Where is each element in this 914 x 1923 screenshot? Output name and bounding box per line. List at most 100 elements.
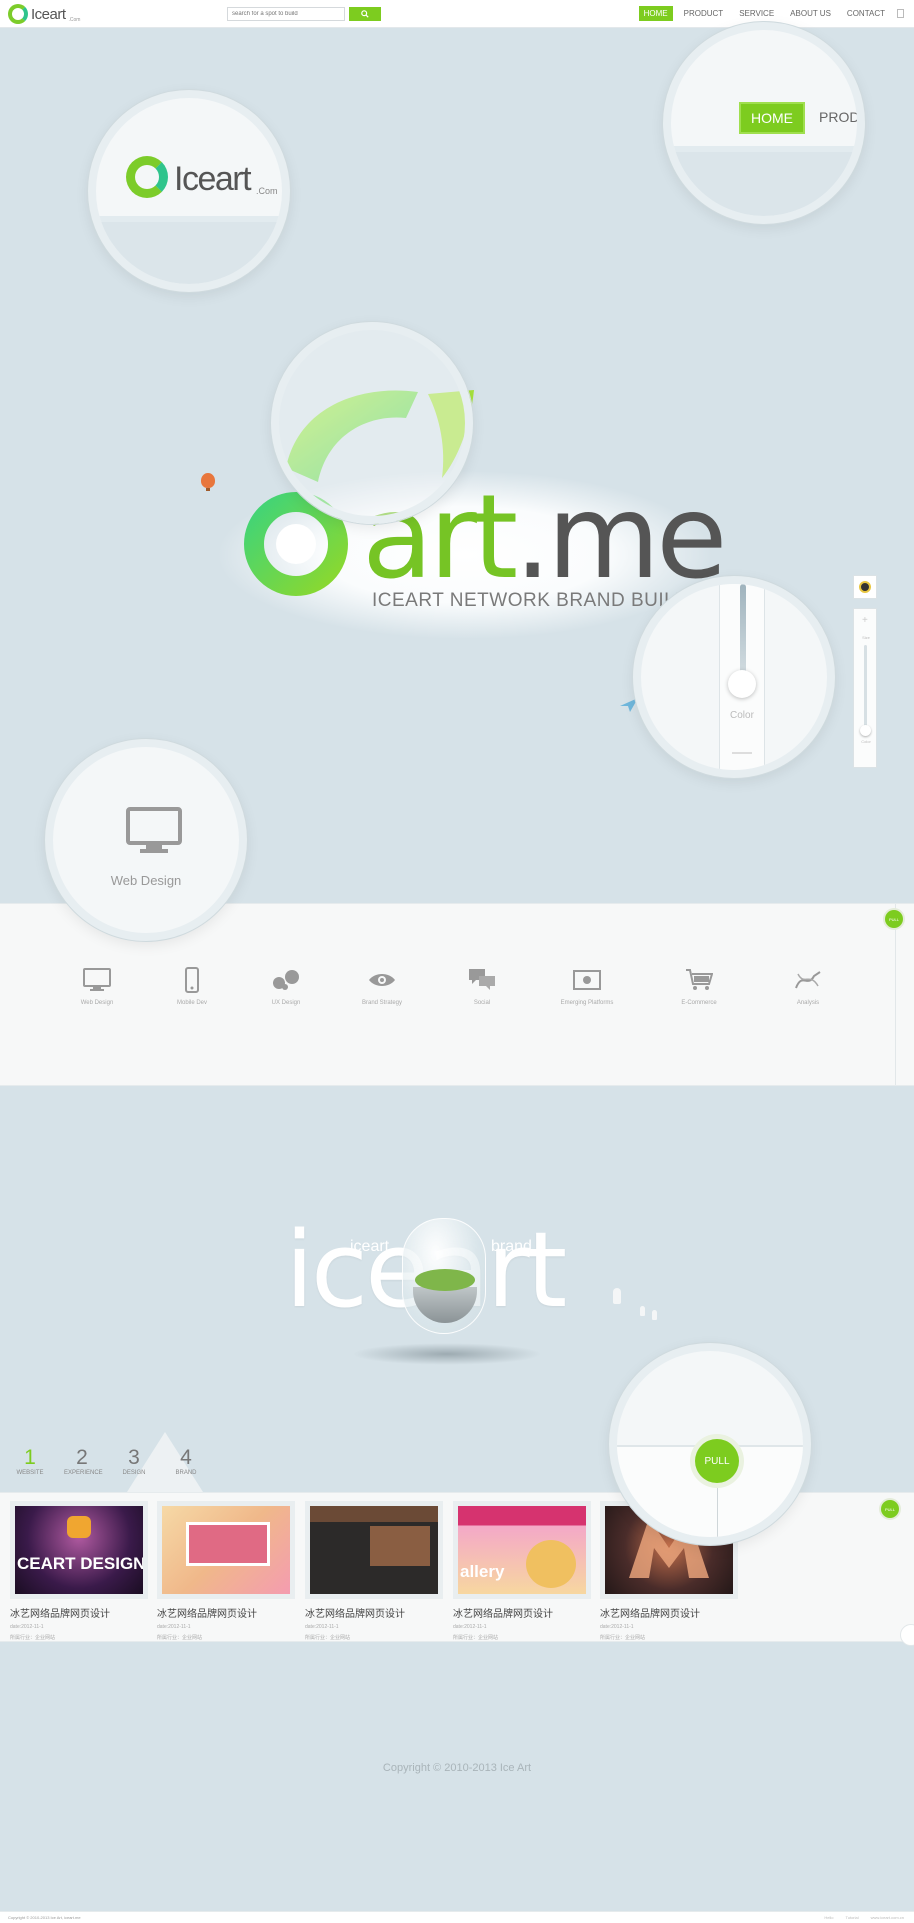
footer-link[interactable]: Hello	[824, 1915, 833, 1920]
portfolio-card[interactable]: CEART DESIGN 冰艺网络品牌网页设计 date:2012-11-1 所…	[10, 1501, 148, 1642]
step-design[interactable]: 3 DESIGN	[116, 1446, 152, 1477]
magnified-pull-button: PULL	[695, 1439, 739, 1483]
card-title[interactable]: 冰艺网络品牌网页设计	[10, 1605, 148, 1620]
service-ux-design[interactable]: UX Design	[246, 966, 326, 1006]
card-title[interactable]: 冰艺网络品牌网页设计	[305, 1605, 443, 1620]
step-brand[interactable]: 4 BRAND	[168, 1447, 204, 1477]
service-brand-strategy[interactable]: Brand Strategy	[342, 966, 422, 1006]
thumbnail-image: CEART DESIGN	[15, 1506, 143, 1594]
magnified-logo-text: Iceart	[174, 160, 252, 198]
thumbnail-shape	[526, 1540, 576, 1588]
service-label: Analysis	[796, 1000, 820, 1006]
decor-figure	[652, 1310, 657, 1320]
footer-links: Hello Tutorial www.iceart.com.cn	[824, 1915, 904, 1920]
footer: Copyright © 2010-2013 Ice Art, iceart.me…	[0, 1911, 914, 1923]
card-date: date:2012-11-1	[305, 1624, 339, 1630]
monitor-icon	[83, 968, 111, 991]
card-date: date:2012-11-1	[600, 1624, 634, 1630]
slider-track[interactable]	[864, 645, 867, 729]
size-slider-panel: + Size Color	[853, 608, 877, 768]
card-title[interactable]: 冰艺网络品牌网页设计	[157, 1605, 295, 1620]
magnifier-pull: PULL	[609, 1343, 811, 1545]
mascot-shape	[67, 1516, 91, 1538]
magnified-divider	[732, 752, 752, 754]
service-mobile-dev[interactable]: Mobile Dev	[152, 966, 232, 1006]
step-label: DESIGN	[122, 1470, 146, 1476]
card-meta: 所属行业：企业网站	[157, 1635, 203, 1641]
logo-sub: .Com	[68, 17, 81, 23]
step-website[interactable]: 1 WEBSITE	[12, 1447, 48, 1477]
portfolio-thumbnail[interactable]	[305, 1501, 443, 1599]
glass-globe-illustration	[402, 1218, 486, 1334]
ux-icon	[273, 970, 299, 990]
screen-icon	[573, 970, 601, 990]
pull-button[interactable]: PULL	[885, 910, 903, 928]
step-experience[interactable]: 2 EXPERIENCE	[64, 1447, 103, 1477]
services-edge	[895, 904, 896, 1085]
portfolio-thumbnail[interactable]	[157, 1501, 295, 1599]
portfolio-thumbnail[interactable]: allery	[453, 1501, 591, 1599]
card-title[interactable]: 冰艺网络品牌网页设计	[600, 1605, 738, 1620]
scroll-handle[interactable]	[900, 1624, 914, 1646]
thumbnail-frame	[186, 1522, 270, 1566]
portfolio-card[interactable]: 冰艺网络品牌网页设计 date:2012-11-1 所属行业：企业网站	[305, 1501, 443, 1642]
service-label: E-Commerce	[681, 1000, 717, 1006]
service-label: Social	[473, 1000, 491, 1006]
portfolio-thumbnail[interactable]: CEART DESIGN	[10, 1501, 148, 1599]
card-title[interactable]: 冰艺网络品牌网页设计	[453, 1605, 591, 1620]
nav-home[interactable]: HOME	[638, 6, 673, 21]
footer-link[interactable]: Tutorial	[845, 1915, 858, 1920]
nav-product[interactable]: PRODUCT	[679, 6, 729, 21]
slider-knob[interactable]	[860, 725, 871, 736]
brand-small-right: brand	[491, 1238, 532, 1255]
card-date: date:2012-11-1	[453, 1624, 487, 1630]
pull-button[interactable]: PULL	[881, 1500, 899, 1518]
magnifier-logo: Iceart .Com	[88, 90, 290, 292]
portfolio-card[interactable]: allery 冰艺网络品牌网页设计 date:2012-11-1 所属行业：企业…	[453, 1501, 591, 1642]
site-logo[interactable]: Iceart .Com	[8, 4, 80, 24]
search-input[interactable]	[227, 7, 345, 21]
nav-about[interactable]: ABOUT US	[785, 6, 836, 21]
portfolio-card[interactable]: 冰艺网络品牌网页设计 date:2012-11-1 所属行业：企业网站	[157, 1501, 295, 1642]
thumbnail-caption: CEART DESIGN	[17, 1554, 143, 1573]
color-label: Color	[861, 739, 871, 744]
thumbnail-photo	[370, 1526, 430, 1566]
service-emerging-platforms[interactable]: Emerging Platforms	[547, 966, 627, 1006]
magnifier-web-design: Web Design	[45, 739, 247, 941]
magnified-logo-sub: .Com	[256, 186, 278, 196]
plus-icon[interactable]: +	[862, 615, 868, 626]
service-social[interactable]: Social	[442, 966, 522, 1006]
brand-small-left: iceart	[350, 1238, 390, 1255]
magnifier-hero	[271, 322, 473, 524]
size-label: Size	[862, 635, 870, 640]
service-ecommerce[interactable]: E-Commerce	[659, 966, 739, 1006]
globe-shadow	[352, 1343, 542, 1365]
magnified-slider-panel: Color	[719, 584, 765, 770]
balloon-icon	[201, 473, 215, 488]
footer-link[interactable]: www.iceart.com.cn	[871, 1915, 904, 1920]
hero-tagline: ICEART NETWORK BRAND BUILDI	[372, 590, 692, 611]
globe-base	[413, 1287, 477, 1323]
main-nav: HOME PRODUCT SERVICE ABOUT US CONTACT	[638, 6, 890, 21]
nav-service[interactable]: SERVICE	[734, 6, 779, 21]
avatar[interactable]	[853, 575, 877, 599]
search-button[interactable]	[349, 7, 381, 21]
service-web-design[interactable]: Web Design	[57, 966, 137, 1006]
magnifier-nav: HOME PROD	[663, 22, 865, 224]
logo-ring-icon	[126, 156, 168, 198]
step-number: 3	[128, 1446, 140, 1469]
nav-contact[interactable]: CONTACT	[842, 6, 890, 21]
card-date: date:2012-11-1	[10, 1624, 44, 1630]
menu-icon[interactable]	[897, 9, 904, 18]
cart-icon	[686, 969, 713, 990]
magnified-slider-track	[740, 584, 746, 684]
thumbnail-caption: allery	[460, 1562, 505, 1581]
eye-icon	[369, 974, 395, 986]
service-label: UX Design	[271, 1000, 301, 1006]
thumbnail-image	[310, 1506, 438, 1594]
step-label: EXPERIENCE	[64, 1470, 103, 1476]
card-meta: 所属行业：企业网站	[600, 1635, 646, 1641]
service-analysis[interactable]: Analysis	[768, 966, 848, 1006]
magnified-product-label: PROD	[819, 109, 860, 125]
magnified-web-design-label: Web Design	[110, 873, 182, 888]
